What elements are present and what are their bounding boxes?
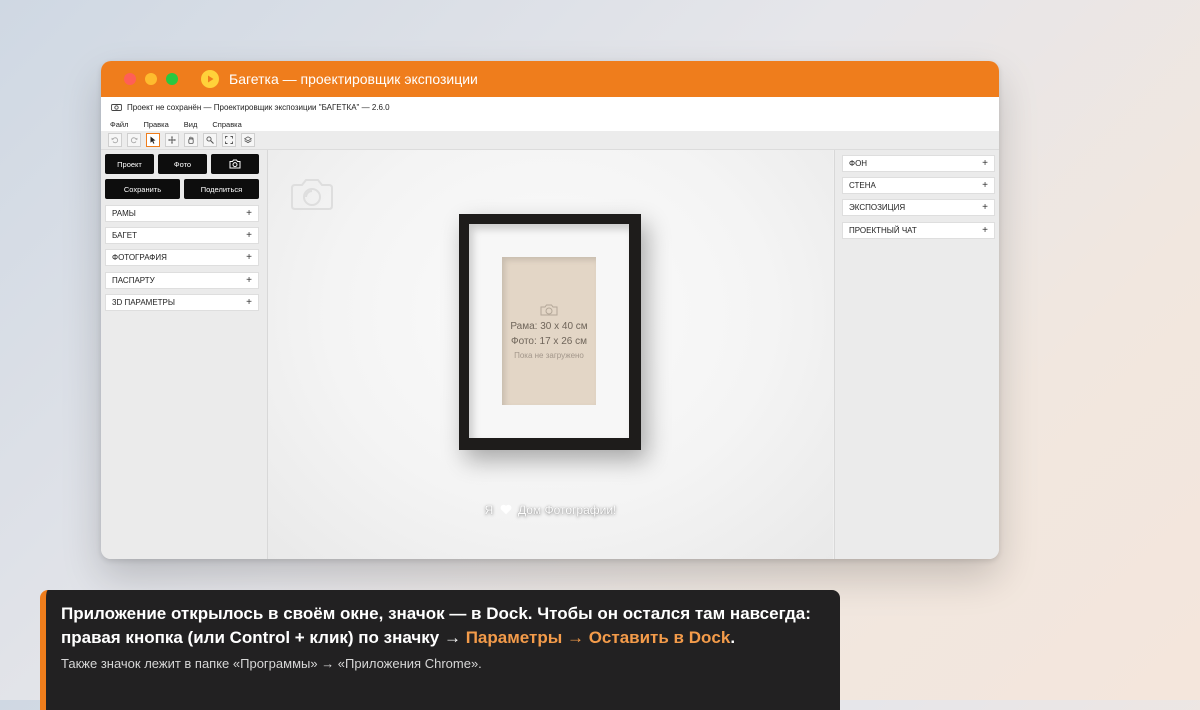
share-button[interactable]: Поделиться: [184, 179, 259, 199]
section-photo[interactable]: ФОТОГРАФИЯ +: [105, 249, 259, 266]
tip-main-text: Приложение открылось в своём окне, значо…: [61, 602, 824, 650]
brand-slogan: Я Дом Фотографии!: [268, 503, 833, 518]
photo-camera-icon: [539, 303, 559, 317]
section-frames[interactable]: РАМЫ +: [105, 205, 259, 222]
hand-icon[interactable]: [184, 133, 198, 147]
heart-icon: [500, 504, 512, 518]
section-label: ПРОЕКТНЫЙ ЧАТ: [849, 226, 917, 235]
camera-watermark-icon: [288, 178, 336, 217]
minimize-window-button[interactable]: [145, 73, 157, 85]
zoom-icon[interactable]: [203, 133, 217, 147]
menu-file[interactable]: Файл: [110, 120, 128, 129]
expand-icon: +: [246, 297, 252, 308]
menu-edit[interactable]: Правка: [143, 120, 168, 129]
maximize-window-button[interactable]: [166, 73, 178, 85]
tip-text-after: .: [730, 628, 736, 647]
project-button[interactable]: Проект: [105, 154, 154, 174]
move-icon[interactable]: [165, 133, 179, 147]
section-label: 3D ПАРАМЕТРЫ: [112, 298, 175, 307]
section-3d-params[interactable]: 3D ПАРАМЕТРЫ +: [105, 294, 259, 311]
expand-icon: +: [982, 225, 988, 236]
section-wall[interactable]: СТЕНА +: [842, 177, 995, 194]
window-title: Багетка — проектировщик экспозиции: [229, 71, 478, 87]
photo-placeholder[interactable]: Рама: 30 х 40 см Фото: 17 х 26 см Пока н…: [502, 257, 596, 405]
camera-button[interactable]: [211, 154, 259, 174]
expand-icon: +: [246, 230, 252, 241]
expand-icon: +: [246, 275, 252, 286]
left-button-row-1: Проект Фото: [105, 154, 259, 174]
expand-icon: +: [246, 208, 252, 219]
expand-icon: +: [982, 158, 988, 169]
section-passepartout[interactable]: ПАСПАРТУ +: [105, 272, 259, 289]
section-label: РАМЫ: [112, 209, 136, 218]
section-label: ЭКСПОЗИЦИЯ: [849, 203, 906, 212]
photo-status-label: Пока не загружено: [514, 350, 584, 360]
app-play-icon: [201, 70, 219, 88]
save-button[interactable]: Сохранить: [105, 179, 180, 199]
passepartout-mat: Рама: 30 х 40 см Фото: 17 х 26 см Пока н…: [469, 224, 629, 438]
frame-size-label: Рама: 30 х 40 см: [510, 320, 588, 332]
tip-sub-text: Также значок лежит в папке «Программы» →…: [61, 656, 482, 671]
slogan-prefix: Я: [484, 503, 494, 517]
undo-icon[interactable]: [108, 133, 122, 147]
project-info-text: Проект не сохранён — Проектировщик экспо…: [127, 102, 390, 112]
project-camera-icon: [111, 103, 122, 111]
expand-icon: +: [982, 202, 988, 213]
left-panel: Проект Фото Сохранить Поделиться РАМЫ + …: [101, 150, 268, 559]
tip-highlight: Параметры → Оставить в Dock: [465, 628, 731, 647]
section-baguette[interactable]: БАГЕТ +: [105, 227, 259, 244]
photo-button[interactable]: Фото: [158, 154, 207, 174]
layers-icon[interactable]: [241, 133, 255, 147]
fullscreen-icon[interactable]: [222, 133, 236, 147]
title-bar: Багетка — проектировщик экспозиции: [101, 61, 999, 97]
pointer-icon[interactable]: [146, 133, 160, 147]
design-canvas[interactable]: Рама: 30 х 40 см Фото: 17 х 26 см Пока н…: [268, 150, 833, 559]
section-label: ФОТОГРАФИЯ: [112, 253, 167, 262]
right-panel: ФОН + СТЕНА + ЭКСПОЗИЦИЯ + ПРОЕКТНЫЙ ЧАТ…: [834, 150, 999, 559]
section-label: СТЕНА: [849, 181, 876, 190]
window-controls: [124, 73, 178, 85]
expand-icon: +: [982, 180, 988, 191]
picture-frame[interactable]: Рама: 30 х 40 см Фото: 17 х 26 см Пока н…: [459, 214, 641, 450]
camera-icon: [229, 159, 241, 169]
slogan-suffix: Дом Фотографии!: [517, 503, 617, 517]
left-button-row-2: Сохранить Поделиться: [105, 179, 259, 199]
menu-view[interactable]: Вид: [184, 120, 198, 129]
project-info-bar: Проект не сохранён — Проектировщик экспо…: [101, 97, 999, 117]
app-window: Багетка — проектировщик экспозиции Проек…: [101, 61, 999, 559]
section-label: ПАСПАРТУ: [112, 276, 155, 285]
photo-size-label: Фото: 17 х 26 см: [511, 335, 587, 347]
dock-tip-banner: Приложение открылось в своём окне, значо…: [40, 590, 840, 710]
menu-help[interactable]: Справка: [212, 120, 241, 129]
section-background[interactable]: ФОН +: [842, 155, 995, 172]
section-project-chat[interactable]: ПРОЕКТНЫЙ ЧАТ +: [842, 222, 995, 239]
section-label: ФОН: [849, 159, 868, 168]
section-label: БАГЕТ: [112, 231, 137, 240]
menu-bar: Файл Правка Вид Справка: [101, 117, 999, 132]
toolbar: [101, 131, 999, 150]
section-exposition[interactable]: ЭКСПОЗИЦИЯ +: [842, 199, 995, 216]
redo-icon[interactable]: [127, 133, 141, 147]
close-window-button[interactable]: [124, 73, 136, 85]
expand-icon: +: [246, 252, 252, 263]
